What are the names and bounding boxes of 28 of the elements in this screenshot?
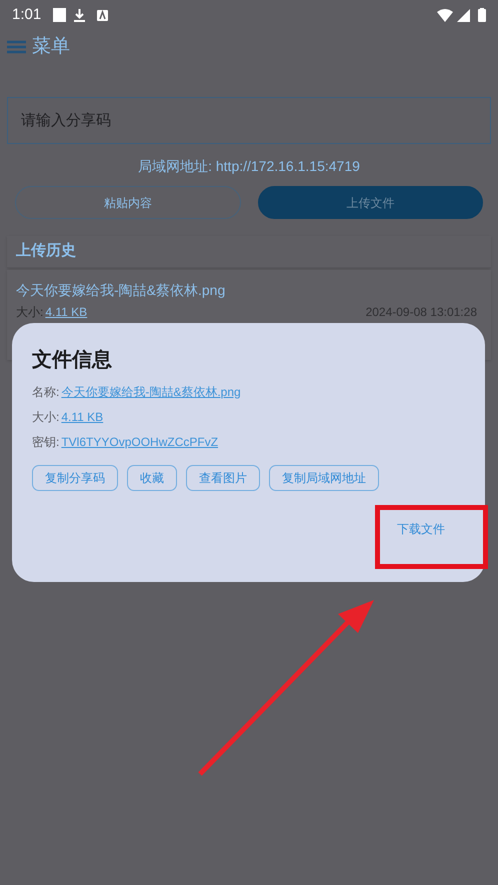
field-label: 名称:: [32, 384, 60, 400]
action-button[interactable]: 收藏: [127, 465, 177, 491]
status-time: 1:01: [12, 4, 42, 25]
file-name-link[interactable]: 今天你要嫁给我-陶喆&蔡依林.png: [16, 280, 482, 300]
wifi-icon: [437, 8, 453, 22]
menu-title[interactable]: 菜单: [32, 32, 70, 62]
lan-address-text: 局域网地址: http://172.16.1.15:4719: [137, 157, 361, 176]
field-value-link[interactable]: 4.11 KB: [61, 408, 104, 426]
download-icon: [74, 8, 86, 22]
paste-button[interactable]: 粘贴内容: [15, 186, 240, 219]
share-code-field[interactable]: 请输入分享码: [7, 97, 491, 144]
field-label: 大小:: [32, 408, 60, 426]
action-button[interactable]: 查看图片: [186, 465, 260, 491]
upload-button[interactable]: 上传文件: [258, 186, 483, 219]
signal-icon: [457, 8, 470, 22]
field-label: 密钥:: [32, 434, 60, 450]
notification-icon: [97, 10, 108, 20]
square-icon: [53, 8, 66, 22]
battery-icon: [478, 8, 486, 22]
action-button[interactable]: 复制分享码: [32, 465, 118, 491]
field-value-link[interactable]: TVl6TYYOvpOOHwZCcPFvZ: [61, 432, 218, 450]
size-label: 大小:: [16, 304, 44, 321]
menu-icon[interactable]: [7, 40, 26, 54]
size-link[interactable]: 4.11 KB: [45, 303, 88, 321]
action-button[interactable]: 复制局域网地址: [269, 465, 379, 491]
download-button[interactable]: 下载文件: [393, 517, 449, 541]
history-title: 上传历史: [16, 241, 76, 262]
field-value-link[interactable]: 今天你要嫁给我-陶喆&蔡依林.png: [61, 382, 241, 400]
